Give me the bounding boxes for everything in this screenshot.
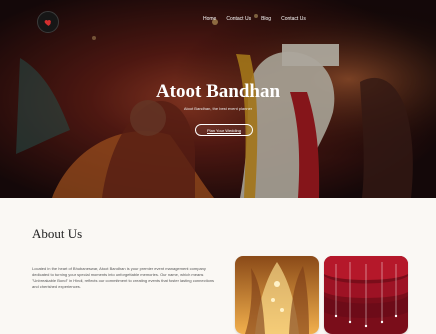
hero-subtitle: Atoot Bandhan, the best event planner (183, 106, 253, 111)
about-heading: About Us (32, 226, 83, 241)
about-photo-left-image (235, 256, 319, 334)
nav-home-link[interactable]: Home (203, 15, 216, 23)
nav-blog-link[interactable]: Blog (261, 15, 271, 23)
heart-icon (44, 19, 51, 26)
main-menu: Home Contact Us Blog Contact Us (203, 15, 306, 23)
site-logo[interactable] (37, 11, 59, 33)
about-photo-left (235, 256, 319, 334)
nav-contact-us-link-2[interactable]: Contact Us (281, 15, 306, 23)
nav-contact-us-link[interactable]: Contact Us (226, 15, 251, 23)
page: Home Contact Us Blog Contact Us Atoot Ba… (0, 0, 436, 334)
plan-your-wedding-button[interactable]: Plan Your Wedding (195, 124, 253, 136)
hero-banner: Home Contact Us Blog Contact Us Atoot Ba… (0, 0, 436, 198)
about-photo-right (324, 256, 408, 334)
about-photo-right-image (324, 256, 408, 334)
hero-title: Atoot Bandhan (155, 81, 281, 102)
about-description: Located in the heart of Bhubaneswar, Ato… (32, 266, 215, 289)
top-navigation: Home Contact Us Blog Contact Us (0, 0, 436, 42)
